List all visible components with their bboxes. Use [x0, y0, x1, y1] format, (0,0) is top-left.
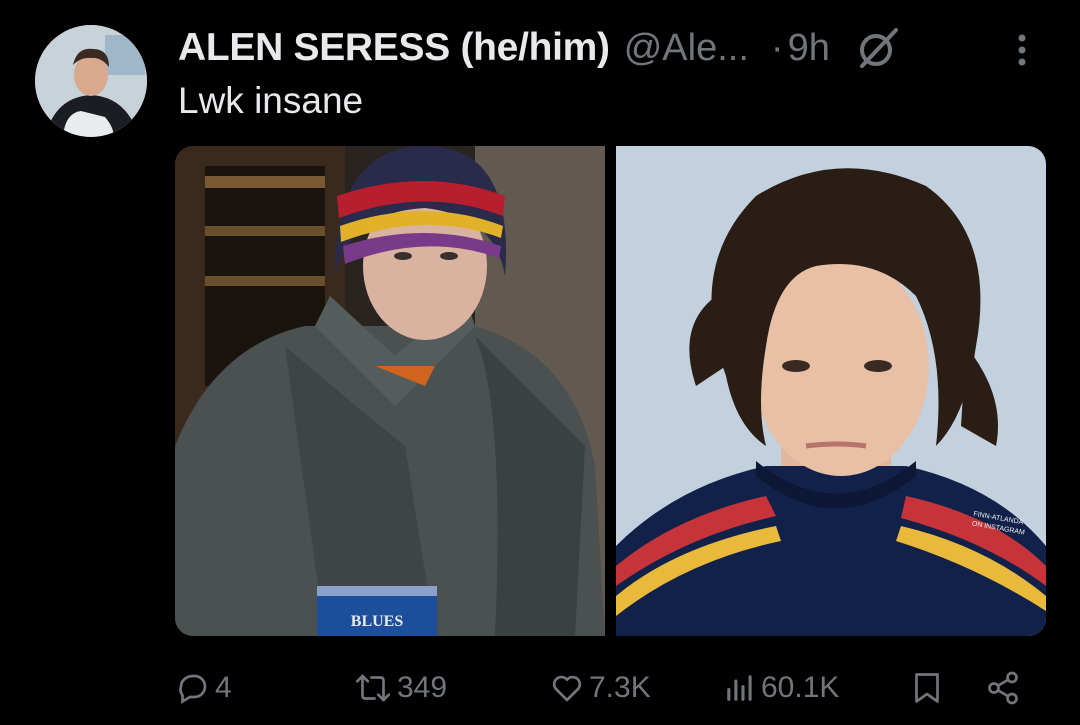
share-icon: [985, 670, 1021, 706]
share-button[interactable]: [985, 660, 1021, 716]
bookmark-button[interactable]: [909, 660, 945, 716]
repost-icon: [353, 670, 393, 706]
display-name[interactable]: ALEN SERESS (he/him): [178, 26, 610, 70]
timestamp[interactable]: 9h: [788, 27, 830, 70]
like-count: 7.3K: [589, 671, 651, 704]
like-button[interactable]: 7.3K: [549, 660, 651, 716]
bookmark-icon: [909, 670, 945, 706]
handle[interactable]: @Ale...: [624, 27, 749, 70]
tweet-text: Lwk insane: [178, 80, 364, 121]
photo-right[interactable]: FINN-ATLANDA ON INSTAGRAM: [616, 146, 1046, 636]
views-icon: [723, 670, 757, 706]
photo-left[interactable]: BLUES: [175, 146, 605, 636]
media-grid: BLUES FINN-ATLANDA ON INSTAGRAM: [175, 146, 1046, 636]
separator-dot: ·: [770, 26, 784, 69]
reply-button[interactable]: 4: [175, 660, 232, 716]
repost-count: 349: [397, 671, 448, 704]
bag-label: BLUES: [351, 613, 404, 630]
grok-icon[interactable]: [856, 26, 900, 70]
tweet-header: ALEN SERESS (he/him) @Ale... · 9h: [178, 20, 1040, 76]
like-icon: [549, 670, 585, 706]
reply-icon: [175, 670, 211, 706]
tweet[interactable]: ALEN SERESS (he/him) @Ale... · 9h Lwk in…: [0, 0, 1080, 725]
views-button[interactable]: 60.1K: [723, 660, 839, 716]
views-count: 60.1K: [761, 671, 840, 704]
more-icon[interactable]: [1012, 32, 1032, 72]
repost-button[interactable]: 349: [353, 660, 447, 716]
reply-count: 4: [215, 671, 232, 704]
action-bar: 4 349 7.3K 60.1K: [175, 660, 1035, 716]
avatar[interactable]: [35, 25, 147, 137]
